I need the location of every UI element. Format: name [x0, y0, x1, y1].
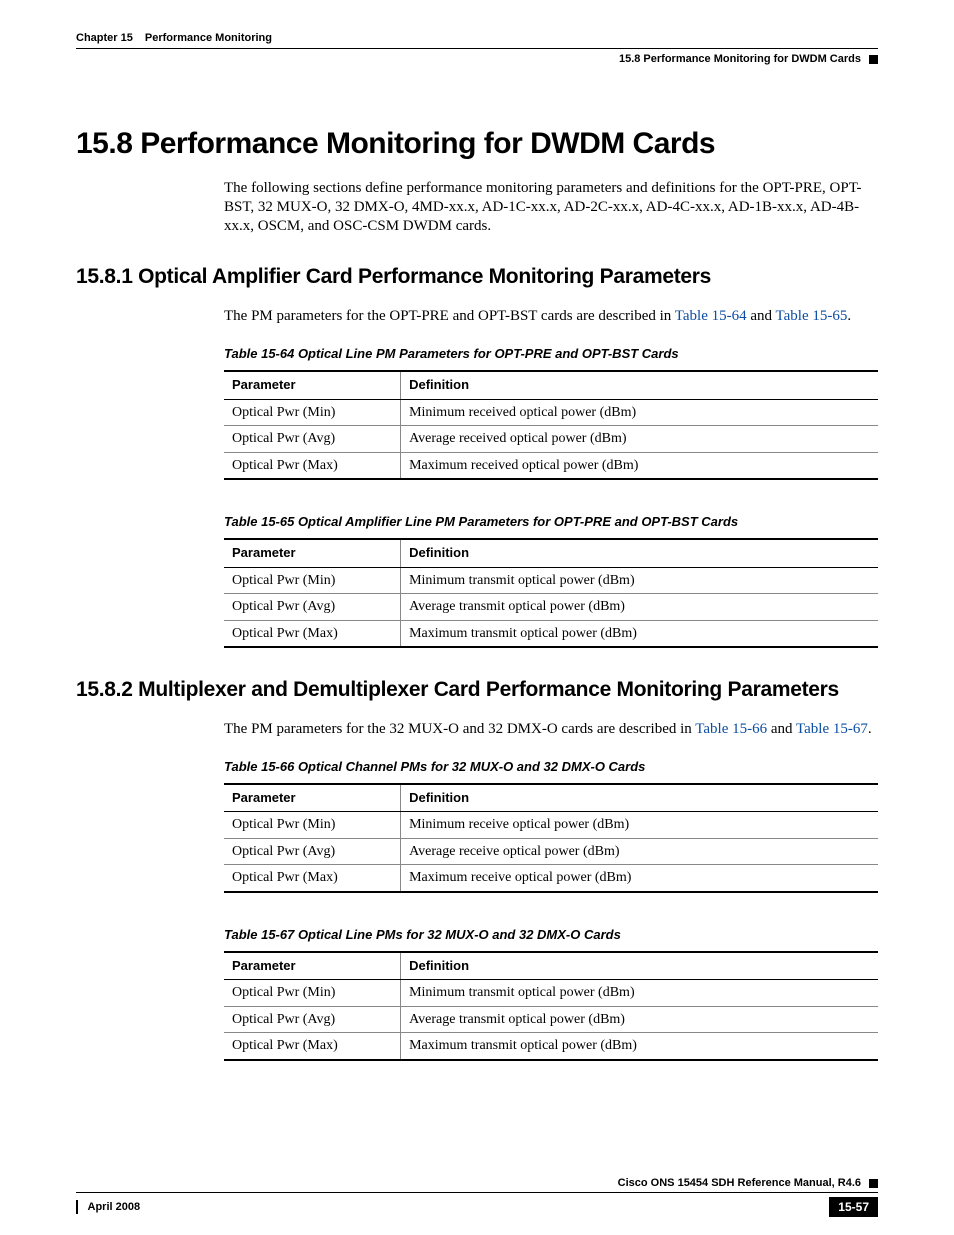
table-15-67-caption: Table 15-67 Optical Line PMs for 32 MUX-…	[224, 927, 878, 943]
table-header-row: Parameter Definition	[224, 952, 878, 980]
link-table-15-65[interactable]: Table 15-65	[776, 308, 848, 324]
cell-def: Minimum received optical power (dBm)	[401, 399, 878, 426]
cell-param: Optical Pwr (Max)	[224, 620, 401, 647]
cell-def: Maximum transmit optical power (dBm)	[401, 1033, 878, 1060]
manual-title: Cisco ONS 15454 SDH Reference Manual, R4…	[618, 1177, 861, 1189]
cell-param: Optical Pwr (Min)	[224, 980, 401, 1007]
cell-param: Optical Pwr (Avg)	[224, 594, 401, 621]
col-definition: Definition	[401, 371, 878, 399]
col-parameter: Parameter	[224, 539, 401, 567]
col-parameter: Parameter	[224, 784, 401, 812]
cell-def: Maximum transmit optical power (dBm)	[401, 620, 878, 647]
table-header-row: Parameter Definition	[224, 371, 878, 399]
section-path: 15.8 Performance Monitoring for DWDM Car…	[619, 53, 861, 65]
col-parameter: Parameter	[224, 371, 401, 399]
page-number: 15-57	[829, 1197, 878, 1217]
cell-def: Minimum receive optical power (dBm)	[401, 812, 878, 839]
s2-text-pre: The PM parameters for the 32 MUX-O and 3…	[224, 721, 695, 737]
s1-text-post: .	[847, 308, 851, 324]
intro-paragraph: The following sections define performanc…	[224, 179, 878, 235]
cell-param: Optical Pwr (Avg)	[224, 1006, 401, 1033]
table-row: Optical Pwr (Avg)Average received optica…	[224, 426, 878, 453]
table-row: Optical Pwr (Max)Maximum receive optical…	[224, 865, 878, 892]
table-row: Optical Pwr (Min)Minimum transmit optica…	[224, 567, 878, 594]
table-header-row: Parameter Definition	[224, 539, 878, 567]
table-header-row: Parameter Definition	[224, 784, 878, 812]
s2-text-mid: and	[767, 721, 796, 737]
s2-paragraph: The PM parameters for the 32 MUX-O and 3…	[224, 720, 878, 739]
cell-def: Average transmit optical power (dBm)	[401, 1006, 878, 1033]
cell-param: Optical Pwr (Min)	[224, 567, 401, 594]
table-15-65: Parameter Definition Optical Pwr (Min)Mi…	[224, 538, 878, 648]
col-definition: Definition	[401, 539, 878, 567]
cell-param: Optical Pwr (Min)	[224, 812, 401, 839]
section-heading-15-8: 15.8 Performance Monitoring for DWDM Car…	[76, 127, 878, 161]
cell-param: Optical Pwr (Max)	[224, 452, 401, 479]
cell-param: Optical Pwr (Avg)	[224, 426, 401, 453]
table-row: Optical Pwr (Min)Minimum receive optical…	[224, 812, 878, 839]
cell-param: Optical Pwr (Max)	[224, 865, 401, 892]
cell-param: Optical Pwr (Avg)	[224, 838, 401, 865]
cell-param: Optical Pwr (Max)	[224, 1033, 401, 1060]
table-row: Optical Pwr (Avg)Average transmit optica…	[224, 1006, 878, 1033]
footer-date: April 2008	[88, 1201, 141, 1213]
page-footer: Cisco ONS 15454 SDH Reference Manual, R4…	[76, 1177, 878, 1217]
subsection-heading-15-8-2: 15.8.2 Multiplexer and Demultiplexer Car…	[76, 678, 878, 702]
col-parameter: Parameter	[224, 952, 401, 980]
table-row: Optical Pwr (Avg)Average transmit optica…	[224, 594, 878, 621]
link-table-15-66[interactable]: Table 15-66	[695, 721, 767, 737]
col-definition: Definition	[401, 952, 878, 980]
table-row: Optical Pwr (Max)Maximum transmit optica…	[224, 1033, 878, 1060]
table-15-64-caption: Table 15-64 Optical Line PM Parameters f…	[224, 346, 878, 362]
cell-def: Average receive optical power (dBm)	[401, 838, 878, 865]
table-row: Optical Pwr (Min)Minimum transmit optica…	[224, 980, 878, 1007]
s2-text-post: .	[868, 721, 872, 737]
chapter-title: Performance Monitoring	[145, 32, 272, 44]
chapter-label: Chapter 15	[76, 32, 133, 44]
cell-def: Maximum received optical power (dBm)	[401, 452, 878, 479]
table-15-65-caption: Table 15-65 Optical Amplifier Line PM Pa…	[224, 514, 878, 530]
cell-def: Minimum transmit optical power (dBm)	[401, 980, 878, 1007]
cell-def: Minimum transmit optical power (dBm)	[401, 567, 878, 594]
table-row: Optical Pwr (Min)Minimum received optica…	[224, 399, 878, 426]
running-head: Chapter 15 Performance Monitoring	[76, 32, 878, 49]
cell-def: Average received optical power (dBm)	[401, 426, 878, 453]
cell-def: Maximum receive optical power (dBm)	[401, 865, 878, 892]
link-table-15-67[interactable]: Table 15-67	[796, 721, 868, 737]
table-row: Optical Pwr (Max)Maximum received optica…	[224, 452, 878, 479]
cell-param: Optical Pwr (Min)	[224, 399, 401, 426]
footer-rule-icon	[76, 1200, 78, 1214]
table-15-66: Parameter Definition Optical Pwr (Min)Mi…	[224, 783, 878, 893]
s1-text-pre: The PM parameters for the OPT-PRE and OP…	[224, 308, 675, 324]
footer-marker-icon	[869, 1179, 878, 1188]
table-15-66-caption: Table 15-66 Optical Channel PMs for 32 M…	[224, 759, 878, 775]
cell-def: Average transmit optical power (dBm)	[401, 594, 878, 621]
table-row: Optical Pwr (Max)Maximum transmit optica…	[224, 620, 878, 647]
subsection-heading-15-8-1: 15.8.1 Optical Amplifier Card Performanc…	[76, 265, 878, 289]
table-15-64: Parameter Definition Optical Pwr (Min)Mi…	[224, 370, 878, 480]
table-row: Optical Pwr (Avg)Average receive optical…	[224, 838, 878, 865]
col-definition: Definition	[401, 784, 878, 812]
s1-text-mid: and	[747, 308, 776, 324]
table-15-67: Parameter Definition Optical Pwr (Min)Mi…	[224, 951, 878, 1061]
link-table-15-64[interactable]: Table 15-64	[675, 308, 747, 324]
header-marker-icon	[869, 55, 878, 64]
s1-paragraph: The PM parameters for the OPT-PRE and OP…	[224, 307, 878, 326]
